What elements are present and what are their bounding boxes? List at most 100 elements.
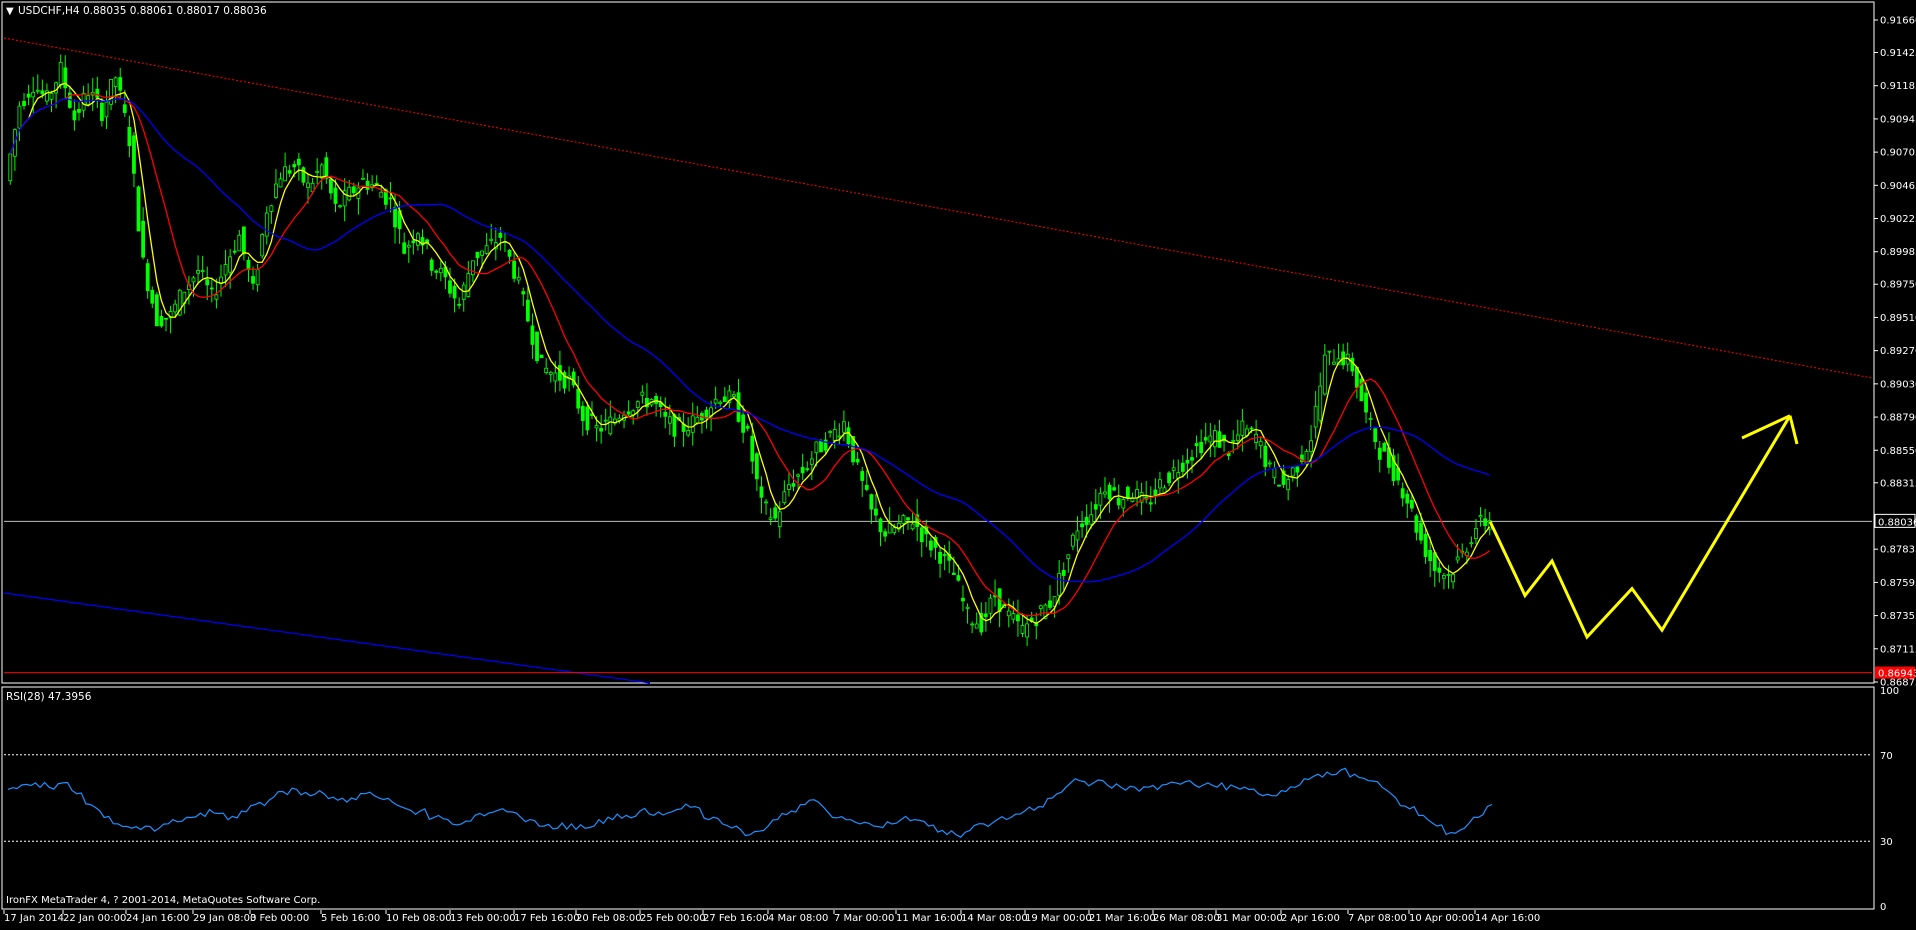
candle-body — [480, 250, 484, 256]
candle-body — [883, 531, 888, 537]
candle-body — [154, 294, 159, 327]
candle-body — [906, 517, 910, 521]
candle-body — [553, 372, 558, 382]
candle-body — [173, 303, 178, 313]
price-tick-label: 0.88790 — [1880, 413, 1916, 424]
candle-body — [40, 90, 45, 95]
candle-body — [754, 453, 759, 480]
candle-body — [159, 316, 164, 327]
candle-body — [1075, 530, 1080, 541]
candle-body — [713, 398, 718, 404]
chart-window[interactable]: ▼ USDCHF,H4 0.88035 0.88061 0.88017 0.88… — [0, 0, 1916, 926]
title-arrow-icon[interactable]: ▼ — [6, 6, 14, 17]
candle-body — [956, 575, 961, 581]
candle-body — [663, 411, 668, 417]
price-axis: 0.91660 0.91425 0.91185 0.90945 0.90705 0.904… — [1874, 16, 1916, 689]
candle-body — [301, 167, 306, 183]
candle-body — [1258, 441, 1263, 447]
candle-body — [718, 401, 723, 404]
candle-body — [1309, 440, 1313, 453]
time-tick-label: 17 Jan 2014 — [4, 913, 64, 924]
candle-body — [1038, 605, 1043, 609]
candle-body — [1446, 573, 1451, 576]
candle-body — [196, 270, 200, 274]
candle-body — [690, 415, 695, 433]
time-tick-label: 10 Feb 08:00 — [386, 913, 452, 924]
candle-body — [1263, 445, 1268, 467]
candle-body — [1185, 459, 1190, 464]
candle-body — [1451, 573, 1455, 583]
candle-body — [1208, 435, 1213, 443]
rsi-tick-label: 0 — [1880, 902, 1886, 913]
candle-body — [8, 153, 13, 182]
candle-body — [635, 401, 640, 408]
candle-body — [1125, 486, 1130, 499]
price-chart[interactable]: ▼ USDCHF,H4 0.88035 0.88061 0.88017 0.88… — [0, 0, 1916, 926]
candle-body — [773, 507, 778, 519]
candle-body — [1158, 479, 1162, 489]
time-axis: 17 Jan 2014 22 Jan 00:00 24 Jan 16:00 29 Ja… — [3, 910, 1540, 924]
time-tick-label: 13 Feb 00:00 — [450, 913, 516, 924]
candle-body — [466, 273, 471, 297]
candle-body — [951, 572, 956, 575]
candle-body — [283, 166, 288, 182]
candle-body — [402, 242, 407, 254]
candle-body — [1231, 440, 1236, 442]
candle-body — [782, 491, 787, 504]
candle-body — [764, 501, 768, 504]
candle-body — [732, 394, 736, 397]
candle-body — [347, 186, 352, 201]
candle-body — [1199, 441, 1204, 454]
candle-body — [805, 468, 810, 471]
candle-body — [1080, 523, 1084, 528]
candle-body — [35, 89, 40, 92]
support-price-label: 0.86943 — [1878, 669, 1916, 680]
candle-body — [1400, 488, 1405, 499]
time-tick-label: 24 Jan 16:00 — [126, 913, 189, 924]
candle-body — [1423, 533, 1428, 557]
candle-body — [864, 484, 869, 490]
candle-body — [1212, 430, 1217, 448]
candle-body — [99, 102, 104, 121]
price-tick-label: 0.90945 — [1880, 114, 1916, 125]
candle-body — [365, 180, 370, 190]
candle-body — [122, 104, 127, 113]
candle-body — [1442, 575, 1446, 579]
candle-body — [626, 411, 631, 415]
time-tick-label: 25 Feb 00:00 — [640, 913, 706, 924]
candle-body — [1066, 554, 1071, 559]
candle-body — [1107, 484, 1112, 500]
time-tick-label: 22 Jan 00:00 — [63, 913, 126, 924]
candle-body — [1167, 472, 1171, 484]
candle-body — [796, 474, 800, 477]
candle-body — [1368, 417, 1373, 420]
candle-body — [892, 527, 897, 533]
candle-body — [292, 164, 297, 168]
candle-body — [429, 259, 434, 271]
candle-body — [1272, 468, 1277, 479]
candle-body — [1290, 467, 1295, 477]
candle-body — [1071, 534, 1075, 547]
candle-body — [1084, 516, 1089, 526]
candle-body — [1437, 567, 1442, 573]
candle-body — [535, 331, 539, 362]
candle-body — [1295, 466, 1300, 473]
candle-body — [874, 508, 878, 516]
candle-body — [580, 405, 585, 421]
price-tick-label: 0.87595 — [1880, 578, 1916, 589]
candle-body — [1180, 462, 1185, 472]
candle-body — [228, 256, 233, 273]
time-tick-label: 10 Apr 00:00 — [1409, 913, 1474, 924]
price-tick-label: 0.89510 — [1880, 313, 1916, 324]
candle-body — [351, 186, 356, 194]
candle-body — [1103, 491, 1107, 495]
time-tick-label: 21 Mar 16:00 — [1089, 913, 1156, 924]
price-tick-label: 0.89750 — [1880, 280, 1916, 291]
time-tick-label: 5 Feb 16:00 — [321, 913, 380, 924]
candle-body — [278, 178, 283, 188]
candle-body — [983, 613, 988, 617]
candle-body — [1098, 492, 1103, 506]
time-tick-label: 11 Mar 16:00 — [896, 913, 963, 924]
candle-body — [416, 233, 420, 246]
rsi-label: RSI(28) 47.3956 — [6, 691, 92, 703]
